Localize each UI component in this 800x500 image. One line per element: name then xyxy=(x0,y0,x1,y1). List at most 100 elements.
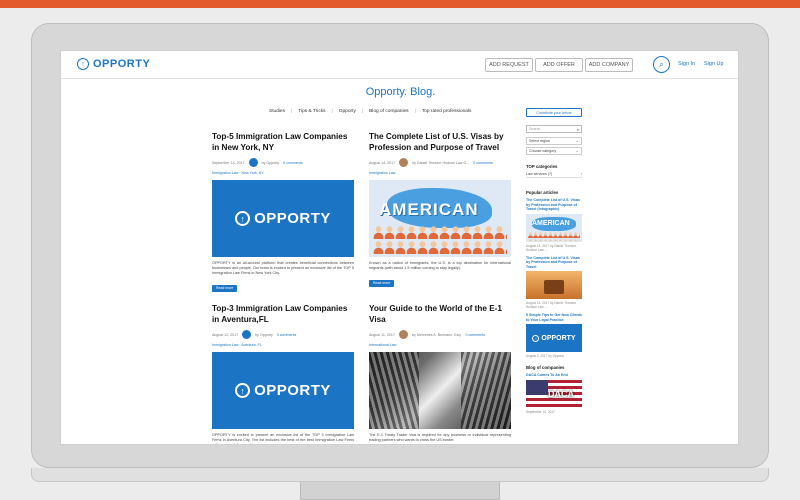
post-date: August 14, 2017 xyxy=(369,160,396,165)
post-card: Your Guide to the World of the E-1 Visa … xyxy=(369,303,511,443)
popular-article[interactable]: 5 Simple Tips to Get New Clients to Your… xyxy=(526,313,582,358)
post-comments[interactable]: 0 comments xyxy=(465,333,485,337)
company-article-date: September 14, 2017 xyxy=(526,409,555,414)
post-title[interactable]: The Complete List of U.S. Visas by Profe… xyxy=(369,131,511,153)
top-category-item[interactable]: Law services (7) › xyxy=(526,172,582,178)
post-image[interactable]: AMERICAN xyxy=(369,180,511,257)
add-company-button[interactable]: ADD COMPANY xyxy=(585,58,633,72)
opporty-logo-icon: ↑ xyxy=(235,383,251,398)
search-icon: ⌕ xyxy=(576,127,579,132)
chevron-right-icon: › xyxy=(580,172,582,176)
post-tags[interactable]: International Law xyxy=(369,343,511,347)
top-categories-heading: TOP categories xyxy=(526,164,558,169)
architecture-stripes xyxy=(461,352,511,429)
post-comments[interactable]: 0 comments xyxy=(283,161,303,165)
post-title[interactable]: Top-5 Immigration Law Companies in New Y… xyxy=(212,131,354,153)
post-meta: September 14, 2017 by Opporty 0 comments xyxy=(212,158,354,167)
post-author[interactable]: by Opporty xyxy=(255,333,273,337)
company-article-title[interactable]: DACA Comes To An End xyxy=(526,373,582,378)
nav-separator: | xyxy=(331,109,333,114)
nav-separator: | xyxy=(361,109,364,114)
search-icon[interactable]: ⌕ xyxy=(653,56,670,73)
popular-article[interactable]: The Complete List of U.S. Visas by Profe… xyxy=(526,198,582,252)
post-comments[interactable]: 0 comments xyxy=(473,161,493,165)
nav-opporty[interactable]: Opporty xyxy=(339,109,356,114)
post-image[interactable]: ↑ OPPORTY xyxy=(212,352,354,429)
sidebar: Contribute your Article Search ⌕ Select … xyxy=(526,108,582,414)
post-image[interactable]: ↑ OPPORTY xyxy=(212,180,354,257)
post-image[interactable] xyxy=(369,352,511,429)
post-title[interactable]: Your Guide to the World of the E-1 Visa xyxy=(369,303,511,325)
region-select[interactable]: Select region ⌄ xyxy=(526,137,582,145)
suitcase-illustration xyxy=(544,280,564,294)
add-offer-button[interactable]: ADD OFFER xyxy=(535,58,583,72)
post-author[interactable]: by Opporty xyxy=(262,161,280,165)
contribute-article-button[interactable]: Contribute your Article xyxy=(526,108,582,117)
daca-text: DACA xyxy=(548,388,574,399)
popular-article-meta: August 14, 2017 by Daniel Theodor Hudson… xyxy=(526,243,577,252)
author-avatar xyxy=(398,330,408,339)
image-logo-text: OPPORTY xyxy=(254,210,331,227)
nav-studies[interactable]: Studies xyxy=(269,109,285,114)
logo-icon: ↑ xyxy=(77,58,89,70)
nav-separator: | xyxy=(414,109,416,114)
opporty-logo-icon: ↑ xyxy=(532,334,540,342)
post-tags[interactable]: Immigration Law xyxy=(369,171,511,175)
monitor-chin xyxy=(31,468,769,482)
company-article[interactable]: DACA Comes To An End DACA September 14, … xyxy=(526,373,582,414)
post-card: The Complete List of U.S. Visas by Profe… xyxy=(369,131,511,289)
post-tags[interactable]: Immigration Law · Aventura, FL xyxy=(212,343,354,347)
post-date: August 11, 2017 xyxy=(369,332,395,337)
post-excerpt: OPPORTY is an all-around platform that c… xyxy=(212,261,354,275)
blog-title: Opporty. Blog. xyxy=(365,86,436,98)
post-author[interactable]: by Daniel Theodor Hudson Law G... xyxy=(412,161,469,165)
thumb-word: AMERICAN xyxy=(532,219,570,227)
popular-article-title[interactable]: The Complete List of U.S. Visas by Profe… xyxy=(526,256,582,270)
logo-text: OPPORTY xyxy=(93,58,151,70)
author-avatar xyxy=(399,158,409,167)
search-placeholder: Search xyxy=(529,127,541,131)
category-nav: Studies | Tips & Tricks | Opporty | Blog of… xyxy=(269,109,471,114)
read-more-button[interactable]: Read more xyxy=(369,279,395,287)
logo[interactable]: ↑ OPPORTY xyxy=(77,58,150,70)
read-more-button[interactable]: Read more xyxy=(212,284,238,292)
post-meta: August 14, 2017 by Daniel Theodor Hudson… xyxy=(369,158,511,167)
opporty-logo-icon: ↑ xyxy=(235,211,251,226)
popular-article-title[interactable]: The Complete List of U.S. Visas by Profe… xyxy=(526,198,582,212)
post-title[interactable]: Top-3 Immigration Law Companies in Avent… xyxy=(212,303,354,325)
sign-in-link[interactable]: Sign In xyxy=(678,61,695,67)
top-category-label: Law services (7) xyxy=(526,172,553,176)
category-select[interactable]: Choose category ⌄ xyxy=(526,147,582,155)
chevron-down-icon: ⌄ xyxy=(575,138,579,143)
popular-article-title[interactable]: 5 Simple Tips to Get New Clients to Your… xyxy=(526,313,582,322)
post-author[interactable]: by Mercedes A. Bermann, Esq. xyxy=(412,333,462,337)
sign-up-link[interactable]: Sign Up xyxy=(704,61,724,67)
popular-article[interactable]: The Complete List of U.S. Visas by Profe… xyxy=(526,256,582,309)
popular-article-thumb[interactable]: AMERICAN xyxy=(526,213,582,242)
blog-of-companies-heading: Blog of companies xyxy=(526,365,565,370)
thumb-logo-text: OPPORTY xyxy=(541,334,576,342)
post-date: August 12, 2017 xyxy=(212,332,239,337)
author-avatar xyxy=(248,158,258,167)
monitor-stand xyxy=(300,482,500,500)
post-comments[interactable]: 0 comments xyxy=(277,333,297,337)
people-illustration xyxy=(373,224,507,254)
popular-article-meta: August 3, 2017 by Opporty xyxy=(526,354,564,358)
post-card: Top-5 Immigration Law Companies in New Y… xyxy=(212,131,354,294)
popular-article-thumb[interactable]: ↑ OPPORTY xyxy=(526,324,582,352)
site-header: ↑ OPPORTY ADD REQUEST ADD OFFER ADD COMP… xyxy=(61,51,738,79)
image-logo-text: OPPORTY xyxy=(254,382,331,399)
company-article-thumb[interactable]: DACA xyxy=(526,379,582,408)
nav-top-rated[interactable]: Top rated professionals xyxy=(422,109,472,114)
post-date: September 14, 2017 xyxy=(212,160,245,165)
nav-tips[interactable]: Tips & Tricks xyxy=(298,109,325,114)
post-tags[interactable]: Immigration Law · New York, NY xyxy=(212,171,354,175)
people-illustration xyxy=(528,230,580,241)
nav-blog-of-companies[interactable]: Blog of companies xyxy=(369,109,408,114)
popular-article-thumb[interactable] xyxy=(526,271,582,299)
region-select-value: Select region xyxy=(529,139,550,143)
chevron-down-icon: ⌄ xyxy=(575,148,579,153)
add-request-button[interactable]: ADD REQUEST xyxy=(485,58,533,72)
category-select-value: Choose category xyxy=(529,149,557,153)
sidebar-search-input[interactable]: Search ⌕ xyxy=(526,125,582,133)
